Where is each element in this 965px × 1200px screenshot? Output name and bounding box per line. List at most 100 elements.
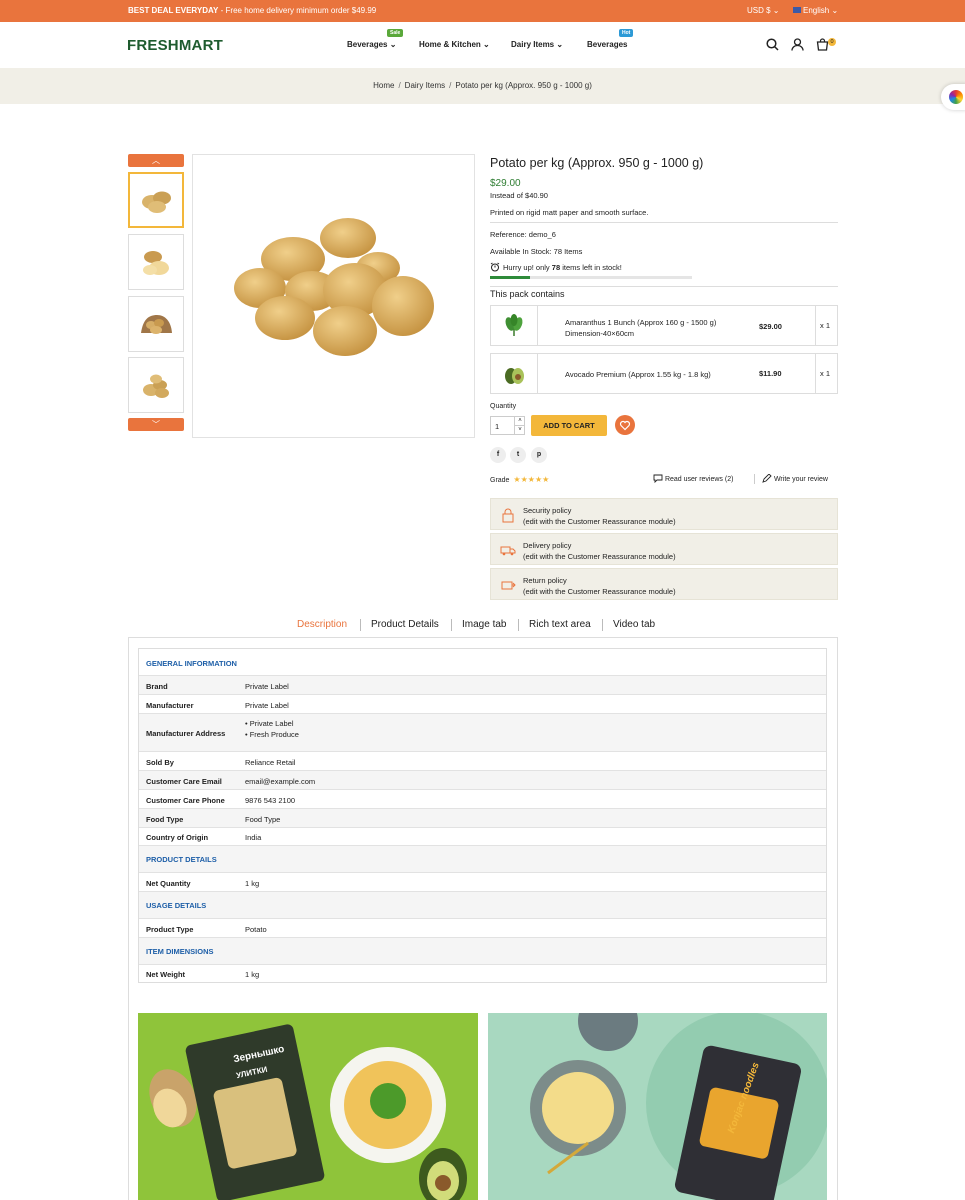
pencil-icon bbox=[762, 473, 772, 483]
chevron-up-icon: ︿ bbox=[152, 156, 160, 165]
stock-progress-bar bbox=[490, 276, 692, 279]
divider bbox=[451, 619, 452, 631]
flag-icon bbox=[793, 7, 801, 13]
table-row: Brand Private Label bbox=[139, 676, 826, 695]
product-title: Potato per kg (Approx. 950 g - 1000 g) bbox=[490, 156, 704, 170]
twitter-icon[interactable]: t bbox=[510, 447, 526, 463]
chevron-down-icon: ⌄ bbox=[556, 40, 564, 49]
truck-icon bbox=[500, 542, 516, 558]
stock-progress-fill bbox=[490, 276, 531, 279]
site-logo[interactable]: FRESHMART bbox=[127, 37, 223, 54]
divider bbox=[360, 619, 361, 631]
divider bbox=[754, 474, 755, 484]
table-row: Country of Origin India bbox=[139, 828, 826, 846]
potato-slices-thumb-icon bbox=[143, 251, 169, 275]
reassurance-sub: (edit with the Customer Reassurance modu… bbox=[523, 517, 676, 526]
pack-item-price: $29.00 bbox=[759, 322, 782, 331]
comment-icon bbox=[653, 474, 663, 484]
quantity-decrease[interactable]: ˅ bbox=[514, 426, 525, 435]
pack-item-name[interactable]: Avocado Premium (Approx 1.55 kg - 1.8 kg… bbox=[565, 369, 711, 380]
quantity-label: Quantity bbox=[490, 403, 517, 410]
lock-icon bbox=[500, 507, 516, 523]
nav-item-beverages-hot[interactable]: Hot Beverages bbox=[587, 29, 634, 49]
nav-item-dairy-items[interactable]: Dairy Items ⌄ bbox=[511, 40, 563, 49]
noodles-pack-image bbox=[530, 1013, 827, 1200]
divider bbox=[490, 222, 838, 223]
product-reference: Reference: demo_6 bbox=[490, 230, 556, 239]
write-review-link[interactable]: Write your review bbox=[762, 473, 828, 483]
thumb-scroll-down[interactable]: ﹀ bbox=[128, 418, 184, 431]
search-icon[interactable] bbox=[766, 38, 779, 53]
section-header: ITEM DIMENSIONS bbox=[139, 938, 826, 965]
return-icon bbox=[500, 577, 516, 593]
wishlist-button[interactable] bbox=[615, 415, 635, 435]
pack-item-price: $11.90 bbox=[759, 369, 782, 378]
nav-item-home-kitchen[interactable]: Home & Kitchen ⌄ bbox=[419, 40, 490, 49]
table-row: Product Type Potato bbox=[139, 919, 826, 938]
pack-item[interactable]: Avocado Premium (Approx 1.55 kg - 1.8 kg… bbox=[490, 353, 838, 394]
nav-item-beverages[interactable]: Sale Beverages ⌄ bbox=[347, 29, 404, 49]
table-row: Customer Care Email email@example.com bbox=[139, 771, 826, 790]
top-promo-bar: BEST DEAL EVERYDAY - Free home delivery … bbox=[0, 0, 965, 22]
chevron-down-icon: ⌄ bbox=[772, 6, 780, 15]
pack-item-qty: x 1 bbox=[815, 306, 838, 345]
chevron-down-icon: ⌄ bbox=[831, 6, 839, 15]
pack-item-name[interactable]: Amaranthus 1 Bunch (Approx 160 g - 1500 … bbox=[565, 317, 716, 328]
reassurance-sub: (edit with the Customer Reassurance modu… bbox=[523, 587, 676, 596]
chevron-down-icon: ⌄ bbox=[389, 40, 397, 49]
tab-rich-text[interactable]: Rich text area bbox=[529, 619, 591, 630]
breadcrumb: Home / Dairy Items / Potato per kg (Approx. … bbox=[0, 68, 965, 104]
table-row: Sold By Reliance Retail bbox=[139, 752, 826, 771]
add-to-cart-button[interactable]: ADD TO CART bbox=[531, 415, 607, 436]
pack-item[interactable]: Amaranthus 1 Bunch (Approx 160 g - 1500 … bbox=[490, 305, 838, 346]
tab-description[interactable]: Description bbox=[297, 619, 347, 630]
breadcrumb-dairy[interactable]: Dairy Items bbox=[405, 81, 445, 90]
color-wheel-icon bbox=[949, 90, 963, 104]
list-item: • Private Label bbox=[245, 719, 294, 728]
section-header: USAGE DETAILS bbox=[139, 892, 826, 919]
thumbnail-3[interactable] bbox=[128, 296, 184, 352]
potato-sack-thumb-icon bbox=[141, 315, 172, 334]
pinterest-icon[interactable]: p bbox=[531, 447, 547, 463]
tab-video[interactable]: Video tab bbox=[613, 619, 655, 630]
cart-count-badge: 0 bbox=[828, 38, 836, 46]
section-header: PRODUCT DETAILS bbox=[139, 846, 826, 873]
breadcrumb-home[interactable]: Home bbox=[373, 81, 394, 90]
table-row: Customer Care Phone 9876 543 2100 bbox=[139, 790, 826, 809]
quantity-stepper[interactable]: 1 ˄ ˅ bbox=[490, 416, 525, 435]
old-price: Instead of $40.90 bbox=[490, 191, 548, 200]
chevron-down-icon: ﹀ bbox=[152, 420, 160, 429]
reassurance-security: Security policy (edit with the Customer R… bbox=[490, 498, 838, 530]
main-product-image[interactable] bbox=[192, 154, 475, 438]
currency-selector[interactable]: USD $ ⌄ bbox=[747, 6, 780, 15]
theme-color-widget[interactable] bbox=[941, 84, 965, 110]
table-row: Manufacturer Address • Private Label • Fr… bbox=[139, 714, 826, 752]
hurry-message: Hurry up! only 78 items left in stock! bbox=[490, 262, 622, 272]
short-description: Printed on rigid matt paper and smooth s… bbox=[490, 208, 649, 217]
pack-item-dimension: Dimension-40×60cm bbox=[565, 329, 634, 338]
quantity-value[interactable]: 1 bbox=[495, 422, 499, 431]
heart-icon bbox=[619, 420, 631, 431]
quantity-increase[interactable]: ˄ bbox=[514, 417, 525, 426]
tab-image[interactable]: Image tab bbox=[462, 619, 506, 630]
reassurance-title: Delivery policy bbox=[523, 541, 572, 550]
language-selector[interactable]: English ⌄ bbox=[793, 6, 838, 15]
potatoes-image bbox=[234, 218, 434, 356]
potato-pile-thumb-icon bbox=[143, 374, 169, 398]
thumbnail-2[interactable] bbox=[128, 234, 184, 290]
cart-icon[interactable]: 0 bbox=[816, 38, 836, 53]
thumbnail-1[interactable] bbox=[128, 172, 184, 228]
user-icon[interactable] bbox=[791, 38, 804, 53]
hot-badge: Hot bbox=[619, 29, 634, 37]
tab-product-details[interactable]: Product Details bbox=[371, 619, 439, 630]
facebook-icon[interactable]: f bbox=[490, 447, 506, 463]
promo-text: BEST DEAL EVERYDAY - Free home delivery … bbox=[128, 6, 377, 15]
alarm-icon bbox=[490, 262, 500, 272]
promo-banner-left[interactable]: Зернышко УЛИТКИ bbox=[138, 1013, 478, 1200]
thumbnail-4[interactable] bbox=[128, 357, 184, 413]
read-reviews-link[interactable]: Read user reviews (2) bbox=[653, 474, 733, 484]
promo-banner-right[interactable]: Konjac noodles bbox=[488, 1013, 827, 1200]
potato-thumb-icon bbox=[142, 191, 171, 213]
thumb-scroll-up[interactable]: ︿ bbox=[128, 154, 184, 167]
grade-label: Grade bbox=[490, 477, 510, 484]
